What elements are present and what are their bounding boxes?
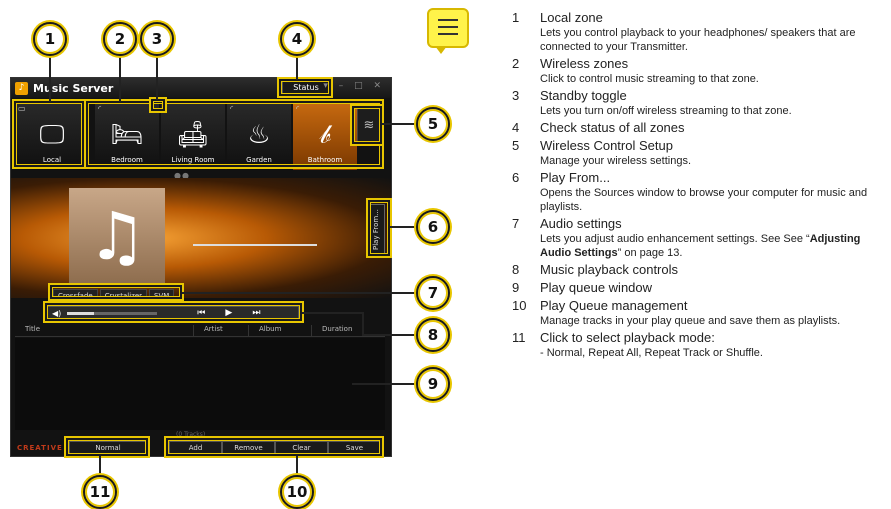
callout-8: 8 xyxy=(416,318,450,352)
legend-number: 1 xyxy=(512,10,520,25)
legend-entry: 1 Local zone Lets you control playback t… xyxy=(512,10,887,54)
note-icon xyxy=(427,8,469,54)
connector-7 xyxy=(182,292,416,294)
highlight-status xyxy=(279,79,331,96)
legend-description: - Normal, Repeat All, Repeat Track or Sh… xyxy=(540,347,763,359)
callout-11: 11 xyxy=(83,475,117,509)
legend-title: Wireless zones xyxy=(540,56,629,71)
highlight-local-zone xyxy=(14,101,84,167)
play-queue-list[interactable] xyxy=(15,338,385,430)
legend-number: 9 xyxy=(512,280,520,295)
legend-description: Click to control music streaming to that… xyxy=(540,73,759,85)
legend-description: Lets you adjust audio enhancement settin… xyxy=(540,232,887,260)
legend-desc-part: Lets you adjust audio enhancement settin… xyxy=(540,233,810,245)
connector-5 xyxy=(382,123,416,125)
highlight-mode xyxy=(66,438,148,456)
connector-1 xyxy=(49,56,51,102)
legend-title: Local zone xyxy=(540,10,603,25)
legend-description: Lets you turn on/off wireless streaming … xyxy=(540,105,792,117)
legend-number: 7 xyxy=(512,216,520,231)
legend-entry: 7 Audio settings Lets you adjust audio e… xyxy=(512,216,887,260)
column-artist[interactable]: Artist xyxy=(193,325,248,336)
queue-header: Title Artist Album Duration xyxy=(15,325,385,337)
callout-6: 6 xyxy=(416,210,450,244)
legend-number: 8 xyxy=(512,262,520,277)
legend-number: 10 xyxy=(512,298,527,313)
note-line xyxy=(438,26,458,28)
legend-description: Manage tracks in your play queue and sav… xyxy=(540,315,841,327)
legend-number: 11 xyxy=(512,330,526,345)
callout-3: 3 xyxy=(140,22,174,56)
legend-entry: 9 Play queue window xyxy=(512,280,887,296)
connector-3 xyxy=(156,56,158,100)
creative-logo: CREATIVE xyxy=(17,444,63,452)
legend-entry: 2 Wireless zones Click to control music … xyxy=(512,56,887,86)
legend-entry: 10 Play Queue management Manage tracks i… xyxy=(512,298,887,328)
track-progress-bar[interactable] xyxy=(193,244,317,246)
callout-4: 4 xyxy=(280,22,314,56)
legend-entry: 11 Click to select playback mode: - Norm… xyxy=(512,330,887,360)
callout-9: 9 xyxy=(416,367,450,401)
legend-desc-part: ” on page 13. xyxy=(617,247,683,259)
music-app-icon: ♪ xyxy=(15,81,28,95)
title-bar: ♪ Music Server Status ▾ – □ ✕ xyxy=(11,78,391,98)
note-line xyxy=(438,33,458,35)
legend: 1 Local zone Lets you control playback t… xyxy=(512,10,887,362)
legend-entry: 4 Check status of all zones xyxy=(512,120,887,136)
legend-title: Click to select playback mode: xyxy=(540,330,715,345)
window-controls[interactable]: ▾ – □ ✕ xyxy=(323,81,385,91)
legend-number: 5 xyxy=(512,138,520,153)
highlight-standby xyxy=(151,99,165,111)
highlight-queue-buttons xyxy=(166,438,382,456)
highlight-wireless-zones xyxy=(86,101,382,167)
legend-number: 2 xyxy=(512,56,520,71)
legend-description: Manage your wireless settings. xyxy=(540,155,692,167)
legend-description: Opens the Sources window to browse your … xyxy=(540,187,868,213)
connector-8b xyxy=(362,312,364,335)
track-count: (0 Tracks) xyxy=(176,431,206,438)
highlight-play-from xyxy=(368,200,390,256)
app-title: Music Server xyxy=(33,81,114,95)
legend-entry: 8 Music playback controls xyxy=(512,262,887,278)
legend-title: Standby toggle xyxy=(540,88,627,103)
connector-4 xyxy=(296,56,298,80)
legend-title: Play queue window xyxy=(540,280,653,295)
connector-6 xyxy=(390,226,416,228)
legend-title: Wireless Control Setup xyxy=(540,138,673,153)
column-title[interactable]: Title xyxy=(15,325,193,336)
connector-8c xyxy=(362,334,416,336)
legend-title: Play From... xyxy=(540,170,611,185)
callout-7: 7 xyxy=(416,276,450,310)
highlight-control-setup xyxy=(352,106,382,144)
callout-1: 1 xyxy=(33,22,67,56)
legend-number: 6 xyxy=(512,170,520,185)
legend-title: Check status of all zones xyxy=(540,120,685,135)
connector-2 xyxy=(119,56,121,102)
note-tail xyxy=(435,46,447,54)
note-line xyxy=(438,19,458,21)
legend-title: Play Queue management xyxy=(540,298,688,313)
legend-number: 3 xyxy=(512,88,520,103)
connector-8a xyxy=(302,312,364,314)
now-playing-panel: ♫ Play From... xyxy=(11,178,391,298)
highlight-transport xyxy=(45,303,302,321)
callout-2: 2 xyxy=(103,22,137,56)
legend-entry: 5 Wireless Control Setup Manage your wir… xyxy=(512,138,887,168)
music-note-icon: ♫ xyxy=(87,197,147,275)
highlight-audio-settings xyxy=(50,285,182,299)
callout-10: 10 xyxy=(280,475,314,509)
legend-number: 4 xyxy=(512,120,520,135)
legend-title: Music playback controls xyxy=(540,262,678,277)
legend-title: Audio settings xyxy=(540,216,622,231)
legend-entry: 3 Standby toggle Lets you turn on/off wi… xyxy=(512,88,887,118)
connector-9 xyxy=(352,383,416,385)
legend-description: Lets you control playback to your headph… xyxy=(540,27,856,53)
column-album[interactable]: Album xyxy=(248,325,311,336)
callout-5: 5 xyxy=(416,107,450,141)
album-cover: ♫ xyxy=(69,188,165,284)
legend-entry: 6 Play From... Opens the Sources window … xyxy=(512,170,887,214)
